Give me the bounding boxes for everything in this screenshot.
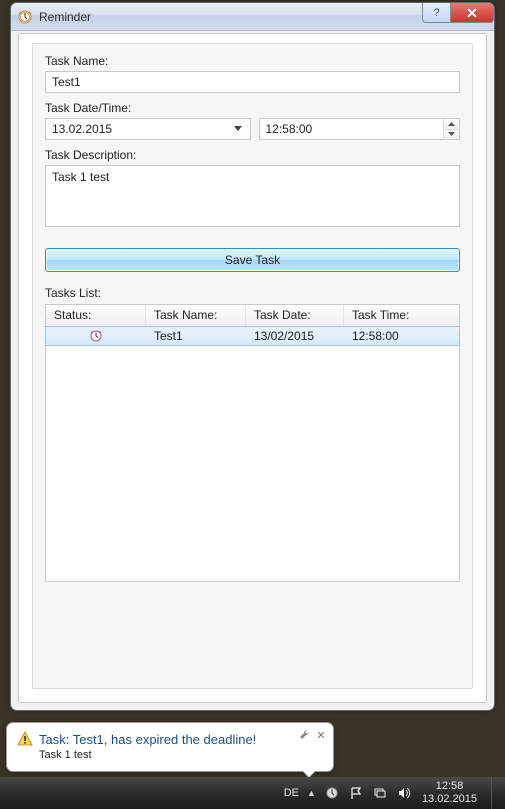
task-description-input[interactable]	[45, 165, 460, 227]
cell-status	[46, 329, 146, 343]
show-desktop-button[interactable]	[491, 777, 499, 809]
balloon-close-button[interactable]: ✕	[315, 729, 327, 741]
spinner-buttons	[443, 119, 459, 139]
app-icon	[17, 9, 33, 25]
dropdown-button[interactable]	[230, 126, 246, 132]
clock-time: 12:58	[422, 780, 477, 793]
window-buttons: ?	[422, 3, 494, 23]
chevron-down-icon	[234, 126, 242, 132]
close-icon: ✕	[316, 729, 325, 742]
language-indicator[interactable]: DE	[284, 787, 299, 799]
table-row[interactable]: Test1 13/02/2015 12:58:00	[45, 326, 460, 346]
tasks-list[interactable]: Status: Task Name: Task Date: Task Time:…	[45, 304, 460, 582]
network-icon[interactable]	[372, 785, 388, 801]
help-button[interactable]: ?	[422, 3, 450, 23]
task-time-value: 12:58:00	[266, 122, 444, 136]
cell-name: Test1	[146, 329, 246, 343]
balloon-options-button[interactable]	[299, 729, 311, 741]
task-date-combo[interactable]: 13.02.2015	[45, 118, 251, 140]
chevron-down-icon	[448, 132, 455, 136]
notification-title: Task: Test1, has expired the deadline!	[39, 732, 256, 747]
col-header-name[interactable]: Task Name:	[146, 305, 246, 326]
task-date-value: 13.02.2015	[52, 122, 230, 136]
col-header-date[interactable]: Task Date:	[246, 305, 344, 326]
titlebar[interactable]: Reminder ?	[11, 3, 494, 31]
task-description-label: Task Description:	[45, 148, 460, 162]
notification-body: Task 1 test	[39, 749, 307, 761]
flag-icon[interactable]	[348, 785, 364, 801]
cell-date: 13/02/2015	[246, 329, 344, 343]
task-datetime-label: Task Date/Time:	[45, 101, 460, 115]
form-panel: Task Name: Task Date/Time: 13.02.2015 12…	[32, 43, 473, 689]
clock-icon	[89, 329, 103, 343]
task-time-spinner[interactable]: 12:58:00	[259, 118, 461, 140]
tray-expand-button[interactable]: ▲	[307, 788, 316, 798]
reminder-window: Reminder ? Task Name: Task Date/Time: 13…	[10, 2, 495, 711]
task-name-label: Task Name:	[45, 54, 460, 68]
close-icon	[466, 8, 478, 18]
task-name-input[interactable]	[45, 71, 460, 93]
warning-icon	[17, 731, 33, 747]
help-icon: ?	[433, 7, 439, 19]
wrench-icon	[300, 730, 310, 740]
tasks-list-header: Status: Task Name: Task Date: Task Time:	[46, 305, 459, 327]
window-title: Reminder	[39, 10, 91, 24]
spinner-down[interactable]	[444, 130, 459, 140]
tasks-list-label: Tasks List:	[45, 286, 460, 300]
system-tray: DE ▲	[284, 785, 412, 801]
tray-app-icon[interactable]	[324, 785, 340, 801]
taskbar-clock[interactable]: 12:58 13.02.2015	[422, 780, 477, 806]
chevron-up-icon	[448, 122, 455, 126]
clock-date: 13.02.2015	[422, 793, 477, 806]
notification-balloon[interactable]: ✕ Task: Test1, has expired the deadline!…	[6, 722, 334, 772]
col-header-time[interactable]: Task Time:	[344, 305, 459, 326]
volume-icon[interactable]	[396, 785, 412, 801]
taskbar: DE ▲ 12:58 13.02.2015	[0, 777, 505, 809]
client-area: Task Name: Task Date/Time: 13.02.2015 12…	[18, 33, 487, 703]
spinner-up[interactable]	[444, 119, 459, 130]
col-header-status[interactable]: Status:	[46, 305, 146, 326]
save-task-button[interactable]: Save Task	[45, 248, 460, 272]
balloon-tools: ✕	[299, 729, 327, 741]
close-button[interactable]	[450, 3, 494, 23]
cell-time: 12:58:00	[344, 329, 459, 343]
